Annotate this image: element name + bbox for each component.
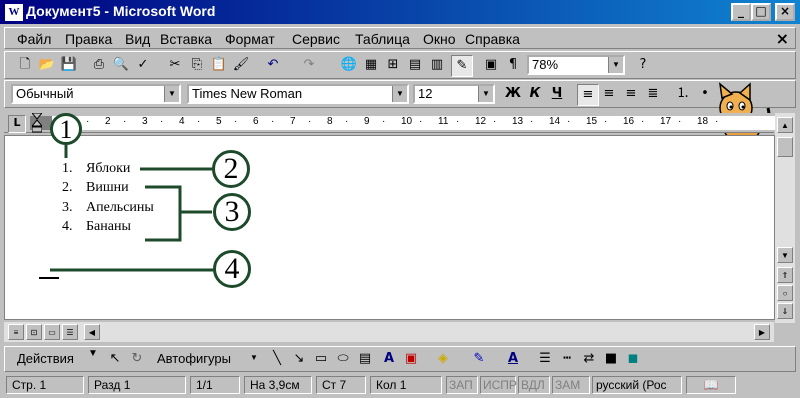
line-color-icon[interactable]: ✎ [469,349,489,369]
spelling-status-icon[interactable]: 📖 [686,376,736,394]
status-column: Кол 1 [370,376,442,394]
scroll-left-icon[interactable]: ◀ [84,324,100,340]
line-style-icon[interactable]: ☰ [535,349,555,369]
free-rotate-icon[interactable]: ↻ [127,349,147,369]
status-extend[interactable]: ВДЛ [518,376,550,394]
text-box-icon[interactable]: ▤ [355,349,375,369]
autoshapes-menu[interactable]: Автофигуры [157,351,231,366]
status-record[interactable]: ЗАП [446,376,478,394]
print-layout-icon[interactable]: ▭ [44,324,60,340]
normal-view-icon[interactable]: ≡ [8,324,24,340]
scroll-down-icon[interactable]: ▼ [777,247,793,263]
dash-style-icon[interactable]: ┅ [557,349,577,369]
status-position: На 3,9см [244,376,312,394]
scroll-up-icon[interactable]: ▲ [777,117,793,133]
3d-icon[interactable]: ◼ [623,349,643,369]
shadow-icon[interactable]: ■ [601,349,621,369]
arrow-icon[interactable]: ↘ [289,349,309,369]
scroll-thumb[interactable] [777,137,793,157]
callout-4: 4 [213,250,251,288]
line-icon[interactable]: ╲ [267,349,287,369]
status-page: Стр. 1 [6,376,84,394]
oval-icon[interactable]: ⬭ [333,349,353,369]
actions-menu[interactable]: Действия [17,351,74,366]
select-objects-icon[interactable]: ↖ [105,349,125,369]
status-language[interactable]: русский (Рос [592,376,682,394]
status-track-changes[interactable]: ИСПР [480,376,517,394]
callout-2: 2 [212,150,250,188]
arrow-style-icon[interactable]: ⇄ [579,349,599,369]
select-browse-object-icon[interactable]: ○ [777,285,793,301]
next-page-icon[interactable]: ⇓ [777,303,793,319]
rectangle-icon[interactable]: ▭ [311,349,331,369]
wordart-icon[interactable]: A [379,349,399,369]
web-view-icon[interactable]: ⊡ [26,324,42,340]
fill-color-icon[interactable]: ◈ [433,349,453,369]
font-color-icon[interactable]: A [503,349,523,369]
status-overtype[interactable]: ЗАМ [552,376,590,394]
horizontal-scrollbar[interactable]: ≡ ⊡ ▭ ☰ ◀ ▶ [4,322,774,342]
status-line: Ст 7 [316,376,366,394]
actions-dropdown-icon[interactable]: ▼ [88,348,98,359]
vertical-scrollbar[interactable]: ▲ ▼ ⇑ ○ ⇓ [775,113,795,323]
status-pages: 1/1 [190,376,240,394]
callout-3: 3 [213,193,251,231]
callout-1: 1 [50,113,82,145]
scroll-right-icon[interactable]: ▶ [754,324,770,340]
prev-page-icon[interactable]: ⇑ [777,267,793,283]
autoshapes-dropdown-icon[interactable]: ▼ [250,353,258,362]
drawing-toolbar: Действия ▼ ↖ ↻ Автофигуры ▼ ╲ ↘ ▭ ⬭ ▤ A … [4,346,796,372]
outline-view-icon[interactable]: ☰ [62,324,78,340]
clip-art-icon[interactable]: ▣ [401,349,421,369]
status-section: Разд 1 [88,376,186,394]
